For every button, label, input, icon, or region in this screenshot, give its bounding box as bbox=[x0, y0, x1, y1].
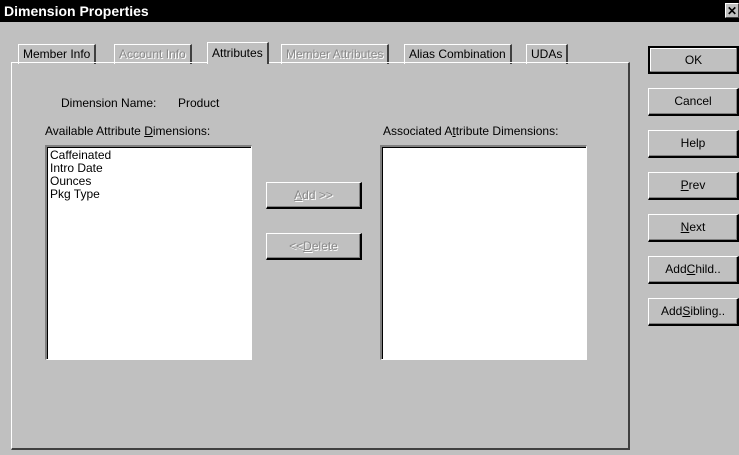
btn-text: ibling.. bbox=[690, 304, 726, 318]
prev-button[interactable]: Prev bbox=[648, 172, 739, 200]
label-mnemonic: D bbox=[144, 124, 153, 138]
list-item[interactable]: Pkg Type bbox=[50, 188, 248, 201]
add-button: Add >> bbox=[266, 182, 362, 209]
btn-mnemonic: S bbox=[682, 304, 691, 318]
tab-label: UDAs bbox=[531, 47, 563, 61]
label-text: tribute Dimensions: bbox=[455, 124, 559, 138]
tab-alias-combination[interactable]: Alias Combination bbox=[404, 44, 512, 64]
btn-mnemonic: P bbox=[680, 178, 689, 192]
cancel-button[interactable]: Cancel bbox=[648, 88, 739, 116]
btn-text: ext bbox=[689, 220, 706, 234]
btn-text: hild.. bbox=[695, 262, 721, 276]
associated-dimensions-label: Associated Attribute Dimensions: bbox=[383, 124, 558, 138]
label-text: Available Attribute bbox=[45, 124, 145, 138]
tab-account-info: Account Info bbox=[114, 44, 192, 64]
btn-mnemonic: C bbox=[686, 262, 696, 276]
window-title: Dimension Properties bbox=[4, 3, 149, 19]
dimension-name-value: Product bbox=[178, 96, 220, 110]
tab-member-info[interactable]: Member Info bbox=[18, 44, 97, 64]
add-sibling-button[interactable]: Add Sibling.. bbox=[648, 298, 739, 326]
label-text: imensions: bbox=[152, 124, 211, 138]
tab-udas[interactable]: UDAs bbox=[526, 44, 569, 64]
tab-label: Account Info bbox=[119, 47, 186, 61]
btn-text: elete bbox=[311, 239, 338, 253]
label-text: Associated A bbox=[383, 124, 453, 138]
available-dimensions-label: Available Attribute Dimensions: bbox=[45, 124, 210, 138]
btn-text: Cancel bbox=[674, 94, 712, 108]
available-dimensions-list[interactable]: Caffeinated Intro Date Ounces Pkg Type bbox=[45, 145, 252, 360]
dimension-name-label: Dimension Name: bbox=[61, 96, 157, 110]
btn-text: dd >> bbox=[302, 188, 333, 202]
tab-member-attributes: Member Attributes bbox=[281, 44, 390, 64]
title-bar: Dimension Properties ✕ bbox=[0, 0, 739, 22]
ok-button[interactable]: OK bbox=[648, 46, 739, 74]
associated-dimensions-list[interactable] bbox=[380, 145, 587, 360]
tab-label: Member Attributes bbox=[286, 47, 384, 61]
btn-text: OK bbox=[684, 53, 703, 67]
btn-text: Add bbox=[665, 262, 687, 276]
btn-text: Add bbox=[660, 304, 683, 318]
btn-mnemonic: A bbox=[294, 188, 303, 202]
tab-label: Member Info bbox=[23, 47, 91, 61]
close-icon[interactable]: ✕ bbox=[725, 3, 739, 18]
btn-text: rev bbox=[688, 178, 706, 192]
next-button[interactable]: Next bbox=[648, 214, 739, 242]
add-child-button[interactable]: Add Child.. bbox=[648, 256, 739, 284]
btn-text: Help bbox=[680, 136, 706, 150]
btn-mnemonic: N bbox=[680, 220, 690, 234]
btn-text: << bbox=[289, 239, 304, 253]
help-button[interactable]: Help bbox=[648, 130, 739, 158]
delete-button: << Delete bbox=[266, 233, 362, 260]
btn-mnemonic: D bbox=[303, 239, 312, 253]
tab-label: Alias Combination bbox=[409, 47, 506, 61]
tab-label: Attributes bbox=[212, 46, 263, 60]
tab-attributes[interactable]: Attributes bbox=[207, 42, 269, 64]
